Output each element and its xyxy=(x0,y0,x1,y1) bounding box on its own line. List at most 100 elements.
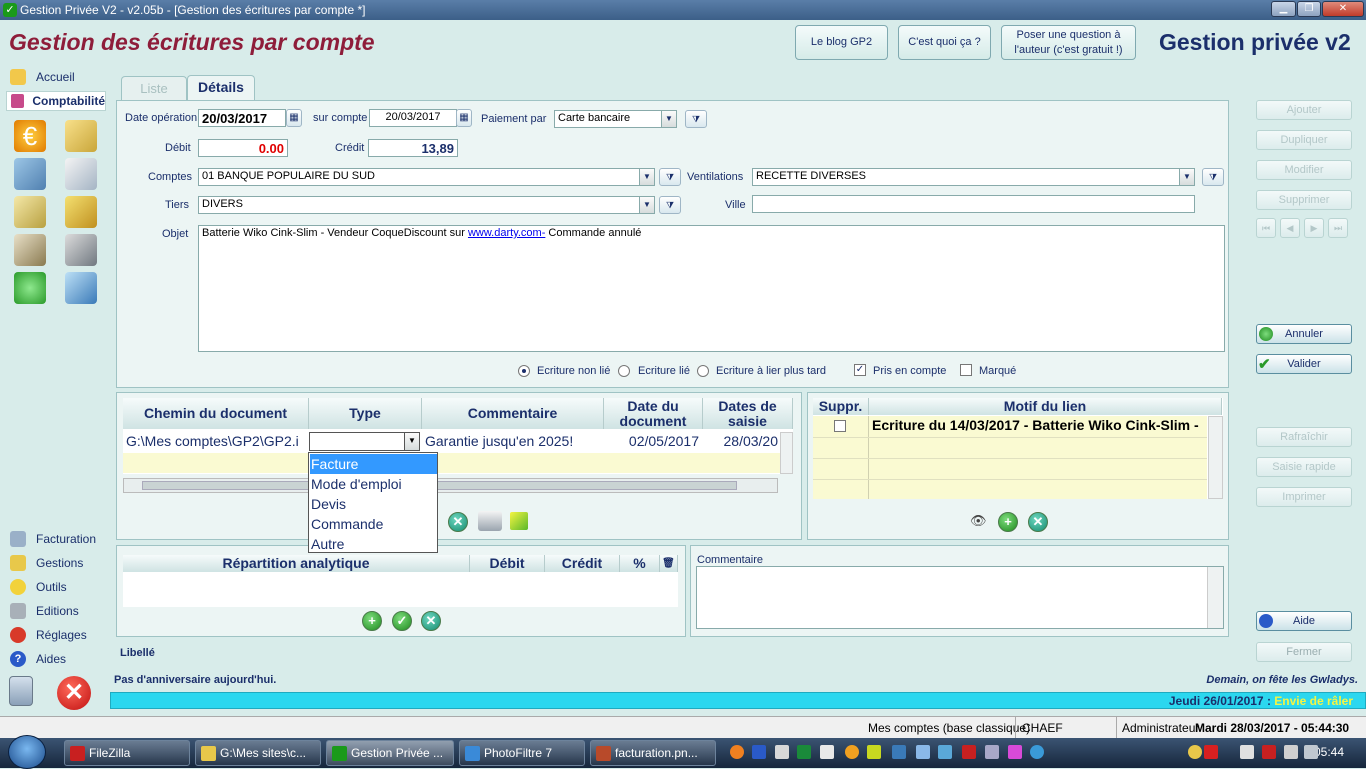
rafraichir-button[interactable]: Rafraîchir xyxy=(1256,427,1352,447)
ask-author-button[interactable]: Poser une question à l'auteur (c'est gra… xyxy=(1001,25,1136,60)
word-icon[interactable] xyxy=(752,745,766,759)
calculator-icon[interactable] xyxy=(820,745,834,759)
dupliquer-button[interactable]: Dupliquer xyxy=(1256,130,1352,150)
taskbar-item-explorer[interactable]: G:\Mes sites\c... xyxy=(195,740,321,766)
chevron-down-icon[interactable]: ▼ xyxy=(639,196,655,214)
start-button[interactable] xyxy=(8,735,46,769)
tab-details[interactable]: Détails xyxy=(187,75,255,101)
write-book-icon[interactable] xyxy=(65,158,97,190)
column-header-type[interactable]: Type xyxy=(309,398,422,429)
chevron-down-icon[interactable]: ▼ xyxy=(404,432,420,451)
users-icon[interactable] xyxy=(14,158,46,190)
eye-icon[interactable]: 👁 xyxy=(970,513,987,529)
column-header-suppr[interactable]: Suppr. xyxy=(813,398,869,415)
type-combo[interactable] xyxy=(309,432,405,451)
column-header-chemin[interactable]: Chemin du document xyxy=(123,398,309,429)
sidebar-item-outils[interactable]: Outils xyxy=(10,577,67,597)
credit-field[interactable]: 13,89 xyxy=(368,139,458,157)
sidebar-item-aides[interactable]: ? Aides xyxy=(10,649,66,669)
radio-lie[interactable] xyxy=(618,365,630,377)
cell-date-document[interactable]: 02/05/2017 xyxy=(605,432,701,452)
bank-icon[interactable] xyxy=(65,196,97,228)
euro-icon[interactable]: € xyxy=(14,120,46,152)
cell-date-saisie[interactable]: 28/03/20 xyxy=(704,432,780,452)
date-operation-field[interactable]: 20/03/2017 xyxy=(198,109,286,127)
scrollbar-thumb[interactable] xyxy=(142,481,737,490)
type-option-mode-emploi[interactable]: Mode d'emploi xyxy=(310,474,437,494)
delete-doc-icon[interactable]: ✕ xyxy=(448,512,468,532)
column-header-repartition[interactable]: Répartition analytique xyxy=(123,555,470,572)
clock-app-icon[interactable] xyxy=(845,745,859,759)
comptes-select[interactable]: 01 BANQUE POPULAIRE DU SUD xyxy=(198,168,640,186)
firefox-icon[interactable] xyxy=(730,745,744,759)
prev-record-icon[interactable]: ◀ xyxy=(1280,218,1300,238)
trash-icon[interactable]: 🗑 xyxy=(660,555,678,572)
link-row[interactable]: Ecriture du 14/03/2017 - Batterie Wiko C… xyxy=(870,416,1206,436)
sidebar-item-accueil[interactable]: Accueil xyxy=(10,67,75,87)
monitor-icon[interactable] xyxy=(916,745,930,759)
ventilations-select[interactable]: RECETTE DIVERSES xyxy=(752,168,1180,186)
suppr-checkbox[interactable] xyxy=(834,420,846,432)
sidebar-item-gestions[interactable]: Gestions xyxy=(10,553,83,573)
saisie-rapide-button[interactable]: Saisie rapide xyxy=(1256,457,1352,477)
validate-analytic-icon[interactable]: ✓ xyxy=(392,611,412,631)
calendar-icon[interactable]: ▦ xyxy=(456,109,472,127)
minimize-button[interactable]: ▁ xyxy=(1271,1,1296,17)
column-header-motif[interactable]: Motif du lien xyxy=(869,398,1222,415)
quit-icon[interactable]: ✕ xyxy=(57,676,91,710)
sidebar-item-facturation[interactable]: Facturation xyxy=(10,529,96,549)
paint-icon[interactable] xyxy=(867,745,881,759)
chevron-down-icon[interactable]: ▼ xyxy=(639,168,655,186)
last-record-icon[interactable]: ⏭ xyxy=(1328,218,1348,238)
tray-printer-icon[interactable] xyxy=(1284,745,1298,759)
delete-analytic-icon[interactable]: ✕ xyxy=(421,611,441,631)
filter-icon[interactable]: ⧩ xyxy=(659,196,681,214)
filter-icon[interactable]: ⧩ xyxy=(659,168,681,186)
type-option-autre[interactable]: Autre xyxy=(310,534,437,554)
excel-icon[interactable] xyxy=(797,745,811,759)
tray-b-icon[interactable] xyxy=(1204,745,1218,759)
network-icon[interactable] xyxy=(938,745,952,759)
cell-chemin[interactable]: G:\Mes comptes\GP2\GP2.i xyxy=(124,432,308,452)
chevron-down-icon[interactable]: ▼ xyxy=(1179,168,1195,186)
column-header-debit[interactable]: Débit xyxy=(470,555,545,572)
radio-non-lie[interactable] xyxy=(518,365,530,377)
filter-icon[interactable]: ⧩ xyxy=(685,110,707,128)
sidebar-item-comptabilite[interactable]: Comptabilité xyxy=(6,91,106,111)
card-icon[interactable] xyxy=(65,272,97,304)
column-header-credit[interactable]: Crédit xyxy=(545,555,620,572)
type-option-devis[interactable]: Devis xyxy=(310,494,437,514)
add-link-icon[interactable]: + xyxy=(998,512,1018,532)
vertical-scrollbar[interactable] xyxy=(1208,416,1223,499)
calculator-icon[interactable] xyxy=(9,676,33,706)
sync-icon[interactable] xyxy=(1030,745,1044,759)
notepad-icon[interactable] xyxy=(775,745,789,759)
tray-security-icon[interactable] xyxy=(1262,745,1276,759)
imprimer-button[interactable]: Imprimer xyxy=(1256,487,1352,507)
supprimer-button[interactable]: Supprimer xyxy=(1256,190,1352,210)
filter-icon[interactable]: ⧩ xyxy=(1202,168,1224,186)
horizontal-scrollbar[interactable] xyxy=(123,478,778,493)
blog-button[interactable]: Le blog GP2 xyxy=(795,25,888,60)
tray-network-icon[interactable] xyxy=(1240,745,1254,759)
tool-icon[interactable] xyxy=(985,745,999,759)
vertical-scrollbar[interactable] xyxy=(780,432,793,474)
open-book-icon[interactable] xyxy=(14,234,46,266)
refresh-icon[interactable] xyxy=(14,272,46,304)
taskbar-item-photofiltre[interactable]: PhotoFiltre 7 xyxy=(459,740,585,766)
sidebar-item-reglages[interactable]: Réglages xyxy=(10,625,87,645)
column-header-dates-saisie[interactable]: Dates de saisie xyxy=(703,398,793,429)
chevron-down-icon[interactable]: ▼ xyxy=(661,110,677,128)
radio-plus-tard[interactable] xyxy=(697,365,709,377)
volume-icon[interactable] xyxy=(1304,745,1318,759)
tiers-select[interactable]: DIVERS xyxy=(198,196,640,214)
modifier-button[interactable]: Modifier xyxy=(1256,160,1352,180)
ajouter-button[interactable]: Ajouter xyxy=(1256,100,1352,120)
column-header-date-document[interactable]: Date du document xyxy=(604,398,703,429)
taskbar-item-filezilla[interactable]: FileZilla xyxy=(64,740,190,766)
first-record-icon[interactable]: ⏮ xyxy=(1256,218,1276,238)
sidebar-item-editions[interactable]: Editions xyxy=(10,601,79,621)
maximize-button[interactable]: ❐ xyxy=(1297,1,1321,17)
delete-link-icon[interactable]: ✕ xyxy=(1028,512,1048,532)
vertical-scrollbar[interactable] xyxy=(1207,567,1223,628)
